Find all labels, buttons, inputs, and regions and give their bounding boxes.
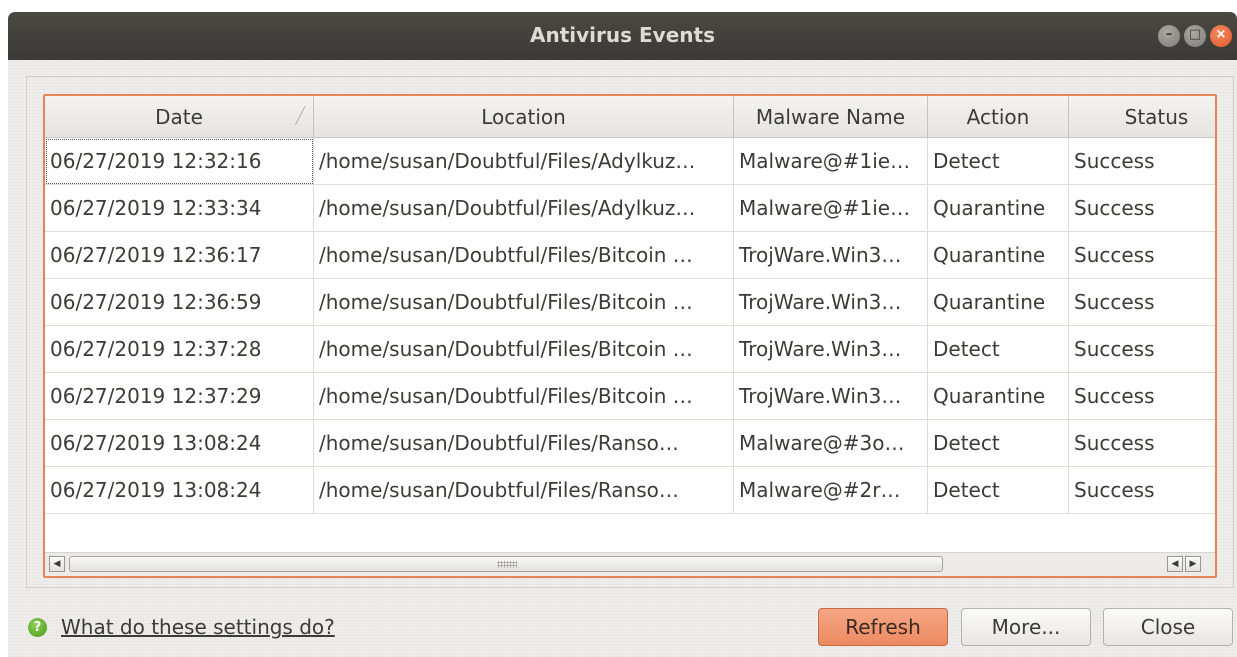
location-cell: /home/susan/Doubtful/Files/Ranso…	[314, 420, 734, 467]
status-cell: Success	[1069, 232, 1215, 279]
action-cell: Quarantine	[928, 185, 1069, 232]
table-row[interactable]: 06/27/2019 13:08:24 /home/susan/Doubtful…	[45, 420, 1215, 467]
column-header-label: Malware Name	[755, 105, 906, 129]
table-row[interactable]: 06/27/2019 12:33:34 /home/susan/Doubtful…	[45, 185, 1215, 232]
scroll-right-icon[interactable]: ▶	[1185, 556, 1201, 572]
action-cell: Detect	[928, 326, 1069, 373]
scroll-left-icon[interactable]: ◀	[1167, 556, 1183, 572]
malware-name-cell: Malware@#1ie…	[734, 138, 928, 185]
column-header-label: Location	[481, 105, 566, 129]
scrollbar-thumb[interactable]	[69, 556, 943, 572]
location-cell: /home/susan/Doubtful/Files/Bitcoin …	[314, 232, 734, 279]
column-header-action[interactable]: Action	[928, 96, 1069, 138]
location-cell: /home/susan/Doubtful/Files/Adylkuz…	[314, 138, 734, 185]
grip-icon	[497, 561, 517, 568]
scroll-left-icon[interactable]: ◀	[49, 556, 65, 572]
malware-name-cell: TrojWare.Win3…	[734, 326, 928, 373]
malware-name-cell: TrojWare.Win3…	[734, 232, 928, 279]
table-row[interactable]: 06/27/2019 12:32:16 /home/susan/Doubtful…	[45, 138, 1215, 185]
date-cell: 06/27/2019 13:08:24	[45, 467, 314, 514]
column-header-location[interactable]: Location	[314, 96, 734, 138]
table-body: 06/27/2019 12:32:16 /home/susan/Doubtful…	[45, 138, 1215, 514]
location-cell: /home/susan/Doubtful/Files/Bitcoin …	[314, 373, 734, 420]
sort-ascending-icon: ╱	[295, 106, 305, 125]
close-button[interactable]: Close	[1103, 608, 1233, 646]
table-row[interactable]: 06/27/2019 12:36:59 /home/susan/Doubtful…	[45, 279, 1215, 326]
help-icon[interactable]: ?	[28, 618, 47, 637]
window-title: Antivirus Events	[530, 23, 715, 47]
status-cell: Success	[1069, 420, 1215, 467]
status-cell: Success	[1069, 326, 1215, 373]
date-cell: 06/27/2019 12:32:16	[45, 138, 314, 185]
status-cell: Success	[1069, 373, 1215, 420]
column-header-status[interactable]: Status	[1069, 96, 1215, 138]
table-row[interactable]: 06/27/2019 12:37:29 /home/susan/Doubtful…	[45, 373, 1215, 420]
table-row[interactable]: 06/27/2019 12:37:28 /home/susan/Doubtful…	[45, 326, 1215, 373]
date-cell: 06/27/2019 12:37:28	[45, 326, 314, 373]
status-cell: Success	[1069, 467, 1215, 514]
status-cell: Success	[1069, 279, 1215, 326]
action-cell: Detect	[928, 420, 1069, 467]
maximize-icon[interactable]: □	[1184, 25, 1206, 47]
malware-name-cell: TrojWare.Win3…	[734, 373, 928, 420]
location-cell: /home/susan/Doubtful/Files/Ranso…	[314, 467, 734, 514]
malware-name-cell: TrojWare.Win3…	[734, 279, 928, 326]
date-cell: 06/27/2019 12:36:59	[45, 279, 314, 326]
events-table[interactable]: Date ╱ Location Malware Name Action Stat…	[43, 94, 1217, 578]
horizontal-scrollbar[interactable]: ◀ ◀ ▶	[45, 552, 1215, 576]
action-cell: Quarantine	[928, 279, 1069, 326]
close-icon[interactable]: ×	[1210, 25, 1232, 47]
table-row[interactable]: 06/27/2019 12:36:17 /home/susan/Doubtful…	[45, 232, 1215, 279]
date-cell: 06/27/2019 13:08:24	[45, 420, 314, 467]
column-header-label: Action	[966, 105, 1030, 129]
date-cell: 06/27/2019 12:37:29	[45, 373, 314, 420]
malware-name-cell: Malware@#3o…	[734, 420, 928, 467]
table-row[interactable]: 06/27/2019 13:08:24 /home/susan/Doubtful…	[45, 467, 1215, 514]
location-cell: /home/susan/Doubtful/Files/Bitcoin …	[314, 326, 734, 373]
help-link[interactable]: What do these settings do?	[61, 614, 335, 640]
malware-name-cell: Malware@#1ie…	[734, 185, 928, 232]
column-header-label: Status	[1124, 105, 1189, 129]
date-cell: 06/27/2019 12:36:17	[45, 232, 314, 279]
table-header: Date ╱ Location Malware Name Action Stat…	[45, 96, 1215, 138]
date-cell: 06/27/2019 12:33:34	[45, 185, 314, 232]
location-cell: /home/susan/Doubtful/Files/Bitcoin …	[314, 279, 734, 326]
refresh-button[interactable]: Refresh	[818, 608, 948, 646]
column-header-malware-name[interactable]: Malware Name	[734, 96, 928, 138]
malware-name-cell: Malware@#2r…	[734, 467, 928, 514]
minimize-icon[interactable]: –	[1158, 25, 1180, 47]
location-cell: /home/susan/Doubtful/Files/Adylkuz…	[314, 185, 734, 232]
action-cell: Quarantine	[928, 232, 1069, 279]
column-header-date[interactable]: Date ╱	[45, 96, 314, 138]
more-button[interactable]: More...	[961, 608, 1091, 646]
action-cell: Detect	[928, 138, 1069, 185]
window-titlebar[interactable]: Antivirus Events – □ ×	[8, 12, 1237, 60]
column-header-label: Date	[155, 105, 203, 129]
status-cell: Success	[1069, 185, 1215, 232]
status-cell: Success	[1069, 138, 1215, 185]
action-cell: Detect	[928, 467, 1069, 514]
action-cell: Quarantine	[928, 373, 1069, 420]
